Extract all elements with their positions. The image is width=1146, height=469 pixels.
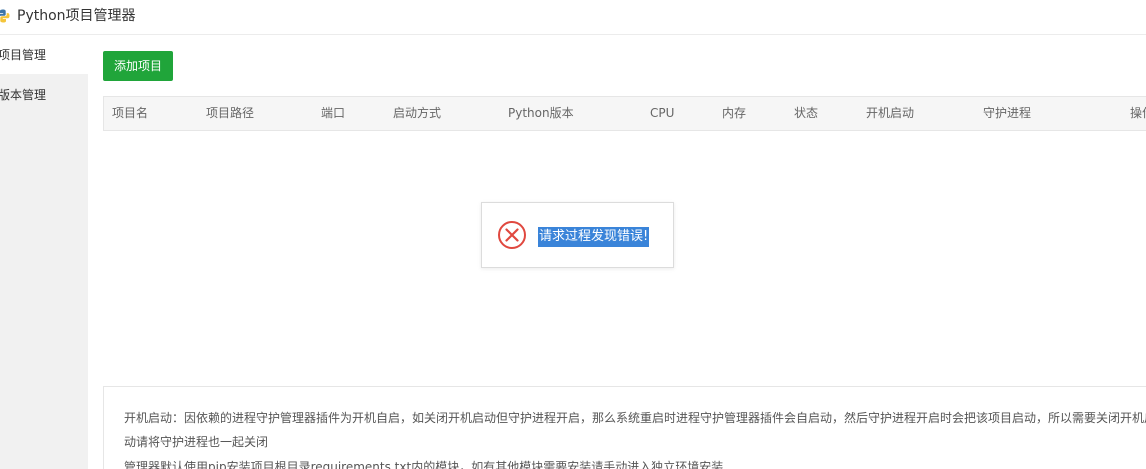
column-header-daemon[interactable]: 守护进程: [983, 97, 1031, 130]
title-bar: Python项目管理器: [0, 0, 1146, 35]
column-header-start-mode[interactable]: 启动方式: [393, 97, 441, 130]
table-header: 项目名 项目路径 端口 启动方式 Python版本 CPU 内存 状态 开机启动…: [103, 96, 1146, 131]
app-title: Python项目管理器: [17, 8, 136, 24]
column-header-port[interactable]: 端口: [321, 97, 345, 130]
sidebar: 项目管理 版本管理: [0, 36, 88, 469]
error-circle-icon: [498, 221, 526, 249]
notice-panel: 开机启动：因依赖的进程守护管理器插件为开机自启，如关闭开机启动但守护进程开启，那…: [103, 386, 1146, 469]
column-header-memory[interactable]: 内存: [722, 97, 746, 130]
column-header-name[interactable]: 项目名: [112, 97, 148, 130]
notice-line: 动请将守护进程也一起关闭: [124, 435, 269, 449]
error-message-text: 请求过程发现错误!: [538, 227, 650, 247]
notice-line: 管理器默认使用pip安装项目根目录requirements.txt内的模块，如有…: [124, 460, 724, 469]
sidebar-item-label: 版本管理: [0, 88, 47, 102]
column-header-python-version[interactable]: Python版本: [508, 97, 574, 130]
column-header-cpu[interactable]: CPU: [650, 97, 674, 130]
sidebar-item-version-management[interactable]: 版本管理: [0, 76, 88, 114]
sidebar-item-label: 项目管理: [0, 48, 47, 62]
notice-line: 开机启动：因依赖的进程守护管理器插件为开机自启，如关闭开机启动但守护进程开启，那…: [124, 411, 1146, 425]
column-header-autostart[interactable]: 开机启动: [866, 97, 914, 130]
add-project-button[interactable]: 添加项目: [103, 51, 173, 81]
column-header-actions[interactable]: 操作: [1130, 97, 1146, 130]
error-message-toast: 请求过程发现错误!: [481, 202, 674, 268]
column-header-status[interactable]: 状态: [794, 97, 818, 130]
python-logo-icon: [0, 9, 10, 23]
sidebar-item-project-management[interactable]: 项目管理: [0, 36, 88, 74]
column-header-path[interactable]: 项目路径: [206, 97, 254, 130]
